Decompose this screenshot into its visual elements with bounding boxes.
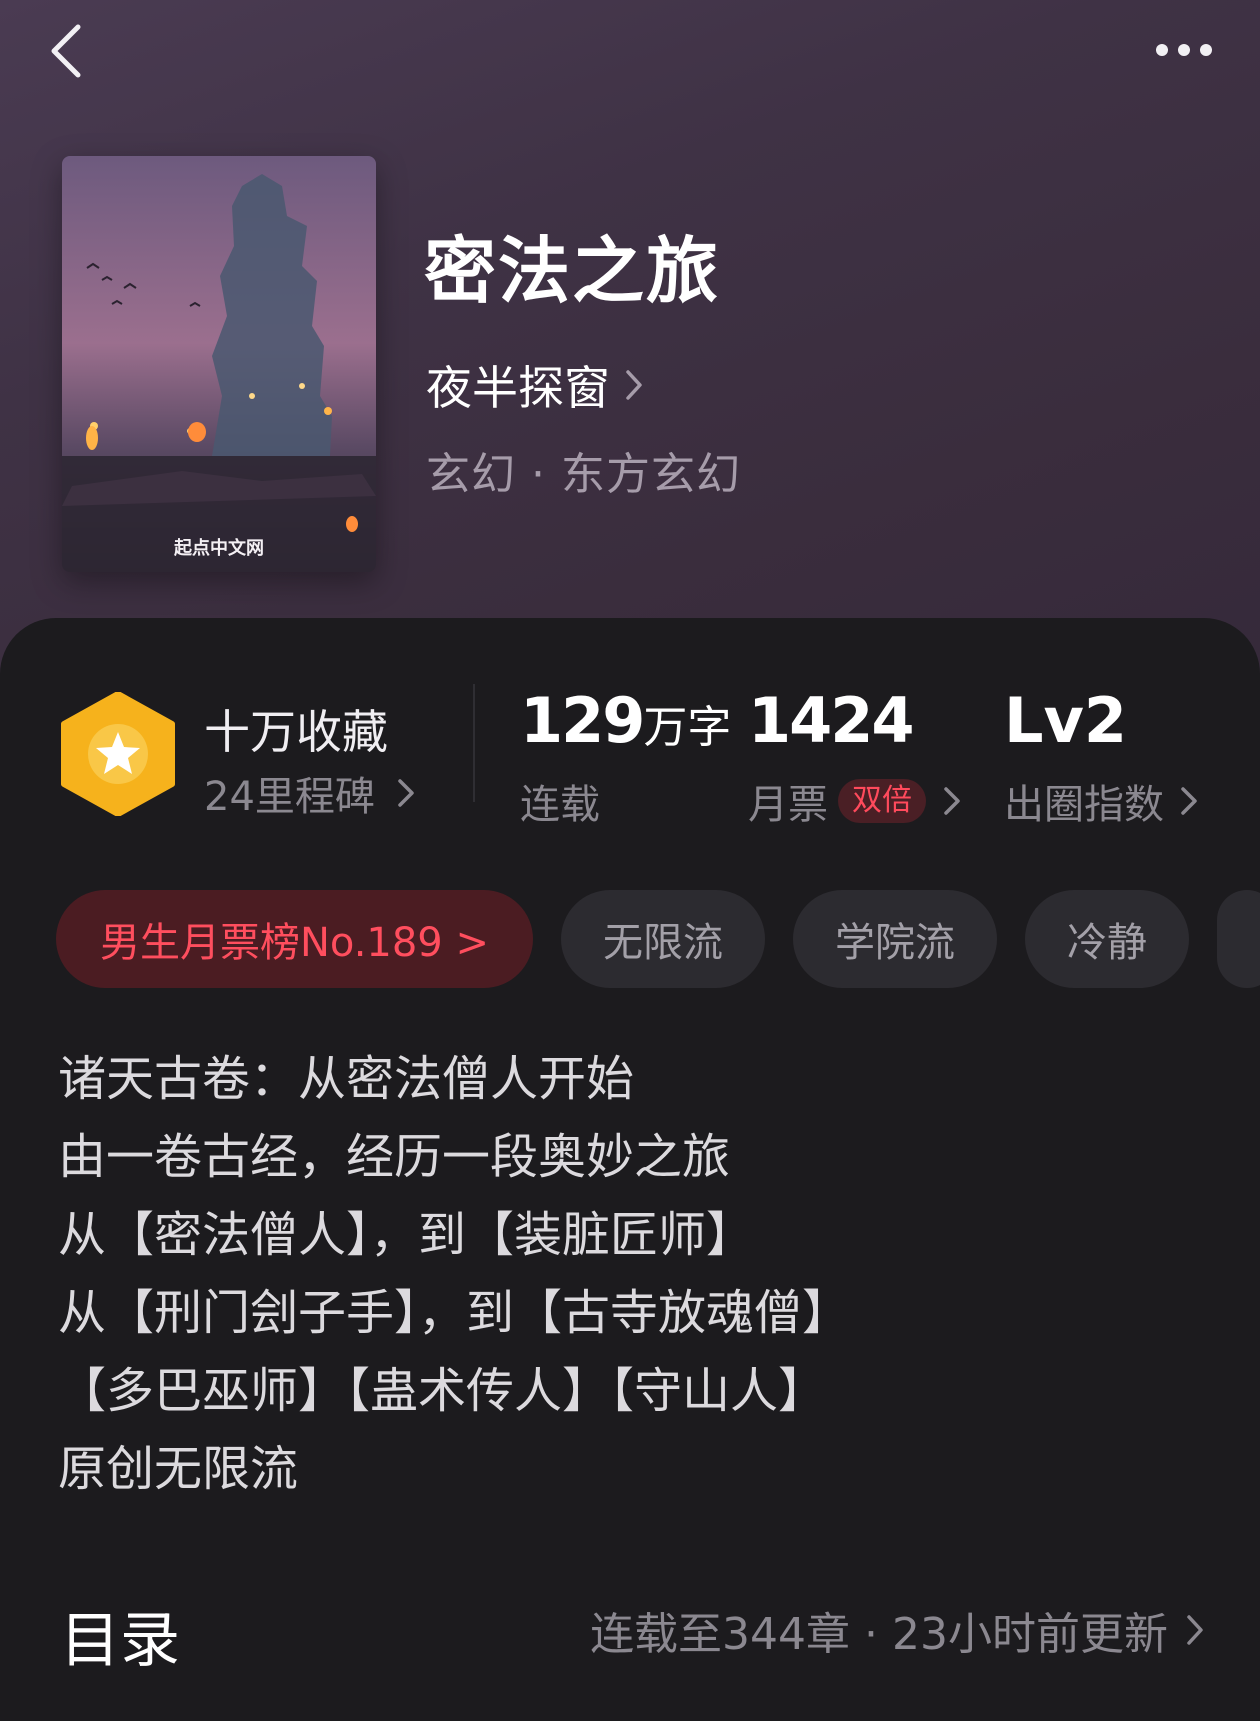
header-background: 起点中文网 密法之旅 夜半探窗 玄幻 · 东方玄幻 <box>0 0 1260 700</box>
word-count: 129万字 <box>520 684 731 757</box>
monthly-votes-value: 1424 <box>748 684 915 757</box>
book-description[interactable]: 诸天古卷：从密法僧人开始 由一卷古经，经历一段奥妙之旅 从【密法僧人】，到【装脏… <box>58 1040 1208 1508</box>
more-dots-icon <box>1156 44 1168 56</box>
description-line: 从【密法僧人】，到【装脏匠师】 <box>58 1207 755 1263</box>
chevron-right-icon <box>1181 787 1197 815</box>
tag-chip[interactable]: 学院流 <box>792 890 997 988</box>
toc-update-status: 连载至344章 · 23小时前更新 <box>590 1609 1168 1660</box>
influence-level: Lv2 <box>1004 684 1128 757</box>
double-badge: 双倍 <box>838 779 926 823</box>
description-line: 原创无限流 <box>58 1441 299 1497</box>
tag-chip[interactable]: 无限流 <box>560 890 765 988</box>
description-line: 【多巴巫师】【蛊术传人】【守山人】 <box>58 1363 827 1419</box>
author-link[interactable]: 夜半探窗 <box>426 352 644 418</box>
chevron-right-icon <box>398 779 414 807</box>
chevron-right-icon <box>944 787 960 815</box>
serial-status-label: 连载 <box>520 782 600 828</box>
book-title: 密法之旅 <box>424 229 721 313</box>
tag-chip[interactable]: 冷静 <box>1024 890 1189 988</box>
rank-tag[interactable]: 男生月票榜No.189 > <box>56 890 533 988</box>
chevron-right-icon <box>626 370 642 400</box>
cover-artwork: 起点中文网 <box>62 156 376 572</box>
author-name: 夜半探窗 <box>426 361 610 415</box>
description-line: 由一卷古经，经历一段奥妙之旅 <box>58 1129 731 1185</box>
description-line: 从【刑门刽子手】，到【古寺放魂僧】 <box>58 1285 851 1341</box>
collection-milestone-title: 十万收藏 <box>204 705 388 759</box>
monthly-votes-label: 月票 <box>748 782 828 828</box>
book-genre: 玄幻 · 东方玄幻 <box>426 449 741 500</box>
monthly-votes-link[interactable]: 月票 双倍 <box>748 772 962 830</box>
influence-link[interactable]: 出圈指数 <box>1004 772 1198 830</box>
chevron-right-icon <box>1187 1615 1203 1645</box>
more-button[interactable] <box>1142 24 1226 76</box>
more-dot <box>1178 44 1190 56</box>
word-count-value: 129 <box>520 684 645 757</box>
toc-link[interactable]: 连载至344章 · 23小时前更新 <box>590 1598 1204 1662</box>
tag-chip-overflow[interactable] <box>1216 890 1260 988</box>
chevron-left-icon <box>51 24 81 78</box>
back-button[interactable] <box>36 18 96 84</box>
influence-label: 出圈指数 <box>1004 782 1164 828</box>
star-badge-icon <box>61 692 175 816</box>
more-dot <box>1200 44 1212 56</box>
word-count-unit: 万字 <box>643 702 732 753</box>
milestone-link[interactable]: 24里程碑 <box>204 764 415 822</box>
cover-publisher: 起点中文网 <box>173 537 264 559</box>
description-line: 诸天古卷：从密法僧人开始 <box>58 1051 635 1107</box>
milestone-count: 24里程碑 <box>204 774 375 820</box>
book-cover[interactable]: 起点中文网 <box>62 156 376 572</box>
stat-divider <box>473 684 475 802</box>
tag-row: 男生月票榜No.189 > 无限流 学院流 冷静 <box>56 890 1260 988</box>
toc-title[interactable]: 目录 <box>60 1592 180 1679</box>
